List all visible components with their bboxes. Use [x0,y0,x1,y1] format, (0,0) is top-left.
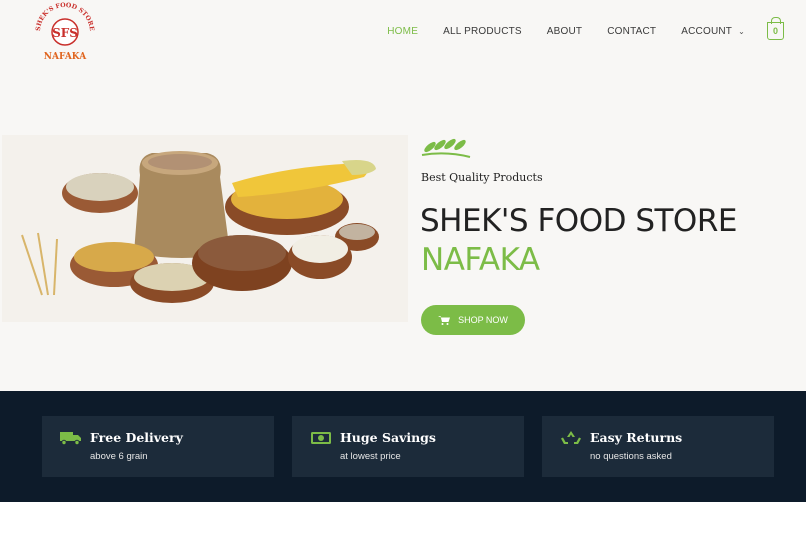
logo-graphic: SHEK'S FOOD STORE SFS NAFAKA [35,2,95,62]
hero-grains-image [2,135,408,322]
leaf-icon [421,138,471,158]
recycle-icon [561,431,581,444]
nav-about[interactable]: ABOUT [547,26,582,37]
cart-button[interactable]: 0 [767,17,784,40]
feature-title: Free Delivery [90,430,183,445]
site-logo[interactable]: SHEK'S FOOD STORE SFS NAFAKA [32,2,98,62]
shop-now-label: SHOP NOW [458,315,508,325]
nav-home[interactable]: HOME [387,26,418,37]
feature-card-returns: Easy Returns no questions asked [542,416,774,477]
feature-card-delivery: Free Delivery above 6 grain [42,416,274,477]
cart-icon [438,316,451,325]
feature-card-savings: Huge Savings at lowest price [292,416,524,477]
logo-brand: NAFAKA [44,52,88,62]
nav-all-products[interactable]: ALL PRODUCTS [443,26,522,37]
main-nav: HOME ALL PRODUCTS ABOUT CONTACT ACCOUNT … [362,17,784,40]
feature-subtitle: at lowest price [340,451,401,462]
feature-subtitle: no questions asked [590,451,672,462]
chevron-down-icon: ⌄ [738,26,745,36]
nav-account[interactable]: ACCOUNT ⌄ [681,26,745,37]
nav-account-label: ACCOUNT [681,25,733,37]
nav-contact[interactable]: CONTACT [607,26,656,37]
money-icon [311,432,331,444]
logo-monogram: SFS [52,26,78,40]
hero-title-line2: NAFAKA [421,242,540,278]
features-band: Free Delivery above 6 grain Huge Savings… [0,391,806,502]
cart-count: 0 [772,26,778,36]
feature-title: Easy Returns [590,430,683,445]
hero-tagline: Best Quality Products [421,171,543,184]
feature-subtitle: above 6 grain [90,451,148,462]
feature-title: Huge Savings [340,430,436,445]
shop-now-button[interactable]: SHOP NOW [421,305,525,335]
hero-title-line1: SHEK'S FOOD STORE [420,203,737,239]
truck-icon [60,432,81,446]
